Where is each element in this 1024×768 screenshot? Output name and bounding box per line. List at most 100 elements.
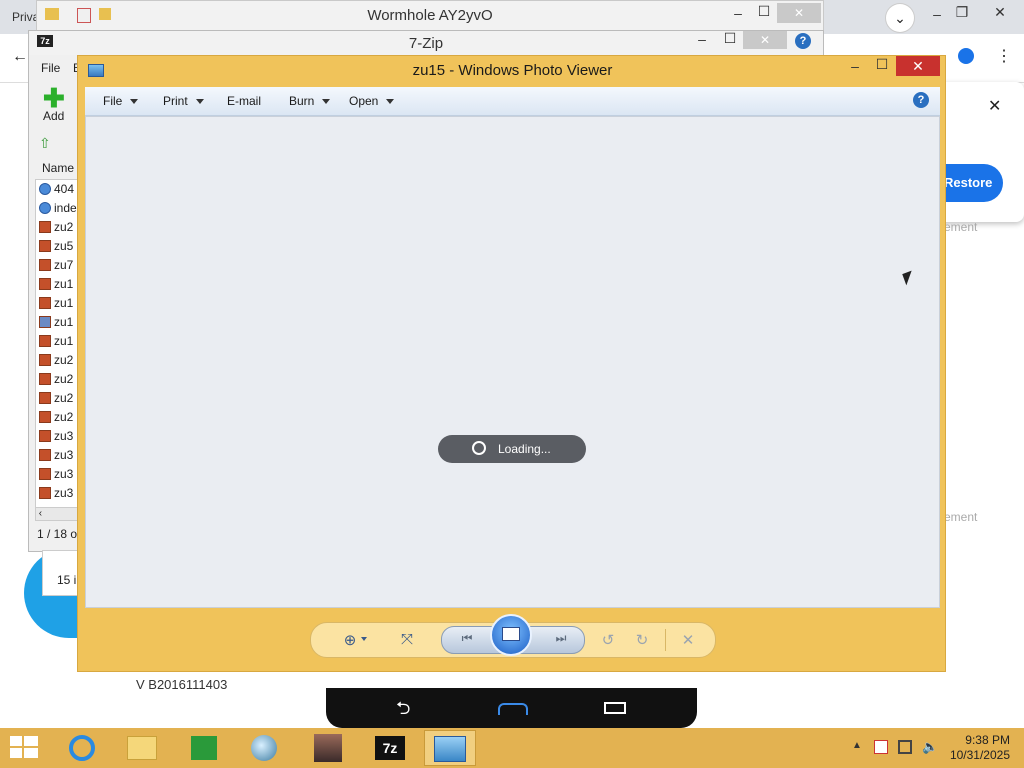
file-name: zu1 (54, 315, 74, 329)
menu-print-label: Print (163, 94, 188, 108)
maximize-button[interactable]: ☐ (749, 3, 779, 20)
internet-explorer-icon[interactable] (56, 730, 108, 766)
popup-close-icon[interactable]: ✕ (988, 96, 1001, 116)
back-icon[interactable]: ⮌ (396, 696, 410, 726)
chevron-down-icon[interactable]: ⌄ (886, 4, 914, 32)
sevenzip-taskbar-icon[interactable]: 7z (364, 730, 416, 766)
image-file-icon (39, 240, 51, 252)
taskbar: 7z ▲ 🔈 9:38 PM 10/31/2025 (0, 728, 1024, 768)
dropdown-arrow-icon (130, 99, 139, 105)
actual-size-icon[interactable]: ⤧ (396, 631, 418, 648)
image-file-icon (39, 430, 51, 442)
maximize-button[interactable]: ☐ (715, 30, 745, 47)
zoom-icon[interactable]: ⊕ (339, 631, 361, 649)
rotate-left-icon[interactable]: ↺ (597, 631, 619, 649)
file-name: inde (54, 201, 77, 215)
phone-nav-bar: ⮌ (326, 688, 697, 728)
windows-start-icon[interactable] (10, 736, 38, 760)
background-text: ement (944, 510, 978, 524)
status-text: 1 / 18 ol (37, 527, 80, 541)
file-name: zu7 (54, 258, 74, 272)
divider (665, 629, 666, 651)
photo-viewer-window: zu15 - Windows Photo Viewer – ☐ ✕ File P… (77, 55, 946, 672)
close-window-button[interactable]: ✕ (985, 4, 1015, 21)
back-arrow-icon[interactable]: ← (12, 48, 28, 66)
store-icon[interactable] (178, 730, 230, 766)
slideshow-button[interactable] (490, 614, 532, 656)
ie-file-icon (39, 202, 51, 214)
system-clock[interactable]: 9:38 PM 10/31/2025 (940, 733, 1010, 763)
menu-print[interactable]: Print (163, 94, 204, 108)
wormhole-title: Wormhole AY2yvO (367, 7, 493, 24)
up-folder-icon[interactable]: ⇧ (39, 135, 51, 152)
loading-indicator: Loading... (438, 435, 586, 463)
file-name: 404 (54, 182, 75, 196)
image-file-icon (39, 297, 51, 309)
minimize-button[interactable]: – (687, 31, 717, 47)
file-name: zu3 (54, 429, 74, 443)
menu-open[interactable]: Open (349, 94, 395, 108)
image-file-icon (39, 468, 51, 480)
action-center-icon[interactable] (874, 740, 888, 754)
background-text: ement (944, 220, 978, 234)
photo-viewer-taskbar-icon[interactable] (424, 730, 476, 766)
rotate-right-icon[interactable]: ↻ (631, 631, 653, 649)
maximize-button[interactable]: ☐ (867, 56, 897, 73)
background-text: 15 i (57, 573, 77, 587)
add-button-label[interactable]: Add (43, 109, 64, 123)
close-button[interactable]: ✕ (777, 3, 821, 23)
recent-apps-icon[interactable] (604, 702, 626, 714)
image-file-icon (39, 487, 51, 499)
image-file-icon (39, 354, 51, 366)
close-button[interactable]: ✕ (896, 56, 940, 76)
restore-window-button[interactable]: ❐ (947, 4, 977, 21)
image-file-icon (39, 411, 51, 423)
dropdown-arrow-icon (322, 99, 331, 105)
file-name: zu3 (54, 486, 74, 500)
help-icon[interactable]: ? (795, 33, 811, 49)
show-hidden-icons-icon[interactable]: ▲ (852, 740, 862, 751)
dropdown-arrow-icon (386, 99, 395, 105)
file-name: zu3 (54, 448, 74, 462)
menu-email[interactable]: E-mail (227, 94, 261, 108)
menu-burn-label: Burn (289, 94, 315, 108)
image-file-icon (39, 259, 51, 271)
sevenzip-taskbar-label: 7z (375, 735, 405, 760)
media-app-icon[interactable] (302, 730, 354, 766)
image-canvas[interactable]: Loading... (85, 116, 940, 608)
file-explorer-icon[interactable] (116, 730, 168, 766)
home-icon[interactable] (498, 703, 528, 715)
file-name: zu2 (54, 391, 74, 405)
menu-dots-icon[interactable]: ⋮ (996, 46, 1012, 66)
slideshow-icon (502, 627, 520, 641)
zoom-dropdown-icon[interactable] (361, 637, 367, 641)
help-icon[interactable]: ? (913, 92, 929, 108)
clock-date: 10/31/2025 (949, 748, 1010, 762)
next-icon[interactable]: ⏭ (550, 631, 572, 646)
wormhole-window: Wormhole AY2yvO – ☐ ✕ (36, 0, 824, 32)
restore-button[interactable]: Restore (940, 164, 1003, 202)
loading-text: Loading... (498, 442, 551, 456)
file-name: zu2 (54, 410, 74, 424)
file-name: zu1 (54, 334, 74, 348)
file-name: zu2 (54, 353, 74, 367)
viewer-title: zu15 - Windows Photo Viewer (412, 62, 613, 79)
delete-icon[interactable]: ✕ (677, 631, 699, 649)
minimize-button[interactable]: – (840, 58, 870, 74)
photo-file-icon (39, 316, 51, 328)
profile-icon[interactable] (958, 48, 974, 64)
network-globe-icon[interactable] (238, 730, 290, 766)
viewer-controls: ⊕ ⤧ ⏮ ⏭ ↺ ↻ ✕ (310, 614, 716, 658)
menu-file[interactable]: File (103, 94, 139, 108)
menu-burn[interactable]: Burn (289, 94, 331, 108)
menu-file[interactable]: File (41, 61, 60, 75)
clock-icon (472, 441, 486, 455)
volume-muted-icon[interactable]: 🔈 (922, 739, 938, 755)
menu-open-label: Open (349, 94, 379, 108)
column-header-name[interactable]: Name (42, 161, 74, 175)
restore-button-label: Restore (944, 175, 993, 190)
file-name: zu2 (54, 220, 74, 234)
close-button[interactable]: ✕ (743, 31, 787, 49)
previous-icon[interactable]: ⏮ (456, 631, 478, 646)
network-icon[interactable] (898, 740, 912, 754)
